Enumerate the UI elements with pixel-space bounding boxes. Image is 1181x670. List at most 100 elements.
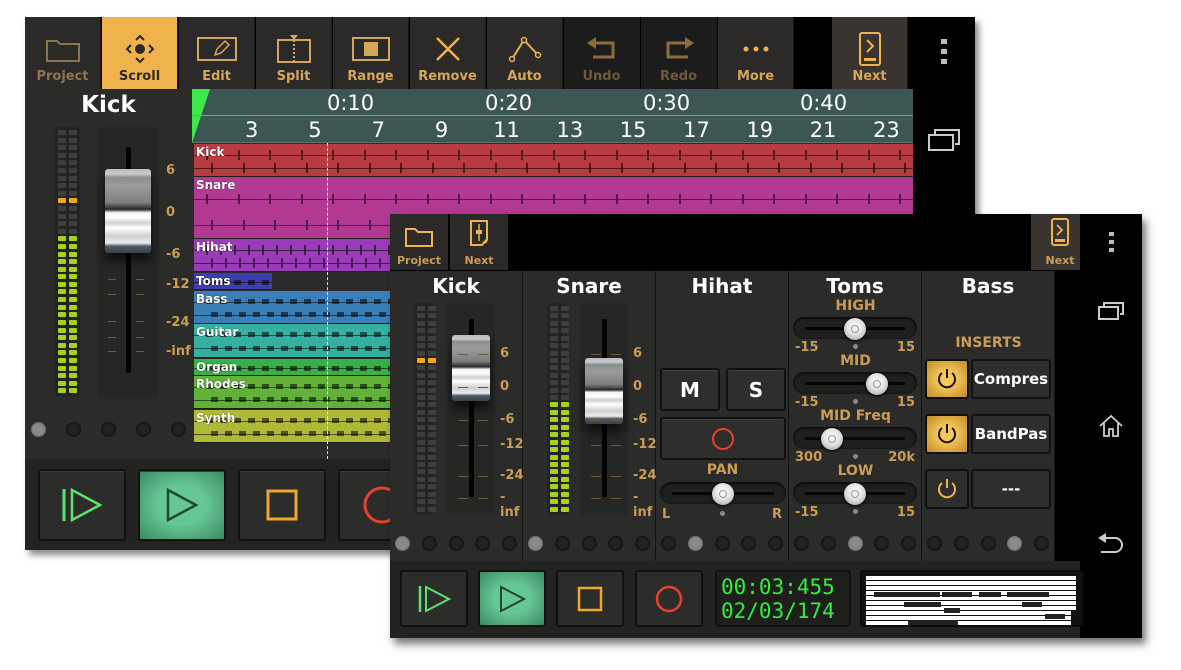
eq-slider[interactable] bbox=[793, 427, 917, 450]
back-icon[interactable] bbox=[1080, 532, 1142, 554]
eq-slider[interactable] bbox=[793, 317, 917, 340]
eq-knob[interactable] bbox=[820, 428, 843, 450]
track-lane-kick[interactable]: Kick bbox=[194, 144, 913, 177]
fader-track[interactable] bbox=[580, 303, 628, 515]
overflow-menu-icon[interactable] bbox=[913, 39, 975, 65]
page-dot[interactable] bbox=[528, 536, 543, 551]
meter-segment bbox=[428, 476, 436, 482]
page-dot[interactable] bbox=[608, 536, 624, 551]
page-dot[interactable] bbox=[901, 536, 916, 551]
meter-segment bbox=[428, 320, 436, 326]
eq-slider[interactable] bbox=[793, 372, 917, 395]
track-lane-toms[interactable]: Toms bbox=[194, 273, 272, 290]
page-dot[interactable] bbox=[874, 536, 890, 551]
mute-button[interactable]: M bbox=[660, 368, 720, 411]
slider-rail bbox=[805, 382, 905, 385]
undo-button[interactable]: Undo bbox=[564, 17, 640, 89]
page-dot[interactable] bbox=[847, 536, 863, 551]
timeline-ruler[interactable]: 0:10 0:20 0:30 0:40 3 5 7 9 11 13 15 17 19 21 23 bbox=[192, 89, 913, 143]
recent-apps-icon[interactable] bbox=[1080, 302, 1142, 320]
db-tick bbox=[136, 337, 144, 338]
volume-fader-handle[interactable] bbox=[105, 169, 151, 253]
track-lane-synth[interactable]: Synth bbox=[194, 410, 394, 443]
track-lane-guitar[interactable]: Guitar bbox=[194, 324, 394, 358]
page-dot[interactable] bbox=[687, 536, 703, 551]
page-dot[interactable] bbox=[741, 536, 757, 551]
track-lane-hihat[interactable]: Hihat bbox=[194, 239, 394, 272]
page-dot[interactable] bbox=[953, 536, 969, 551]
eq-knob[interactable] bbox=[844, 483, 866, 505]
song-overview-map[interactable] bbox=[860, 570, 1084, 627]
project-button[interactable]: Project bbox=[25, 17, 101, 89]
overflow-menu-icon[interactable] bbox=[1080, 232, 1142, 252]
remove-button[interactable]: Remove bbox=[410, 17, 486, 89]
insert-slot[interactable]: --- bbox=[971, 469, 1051, 509]
meter-segment bbox=[69, 152, 77, 158]
record-button[interactable] bbox=[635, 570, 703, 627]
recent-apps-icon[interactable] bbox=[913, 129, 975, 151]
redo-button[interactable]: Redo bbox=[641, 17, 717, 89]
time-display[interactable]: 00:03:455 02/03/174 bbox=[715, 570, 851, 627]
stop-button[interactable] bbox=[556, 570, 624, 627]
eq-knob[interactable] bbox=[865, 373, 888, 395]
next-button[interactable]: Next bbox=[832, 17, 908, 89]
insert-slot[interactable]: BandPas bbox=[971, 414, 1051, 454]
more-button[interactable]: More bbox=[718, 17, 794, 89]
edit-button[interactable]: Edit bbox=[179, 17, 255, 89]
page-dot[interactable] bbox=[980, 536, 996, 551]
insert-power-toggle[interactable] bbox=[925, 469, 969, 509]
insert-power-toggle[interactable] bbox=[925, 414, 969, 454]
page-dot[interactable] bbox=[927, 536, 942, 551]
stop-button[interactable] bbox=[238, 469, 326, 541]
page-dot[interactable] bbox=[421, 536, 437, 551]
loop-start-marker[interactable] bbox=[192, 89, 210, 143]
scroll-button[interactable]: Scroll bbox=[102, 17, 178, 89]
pan-slider[interactable] bbox=[660, 482, 786, 505]
insert-power-toggle[interactable] bbox=[925, 359, 969, 399]
fader-track[interactable] bbox=[447, 303, 495, 515]
page-dot[interactable] bbox=[395, 536, 410, 551]
range-button[interactable]: Range bbox=[333, 17, 409, 89]
play-button[interactable] bbox=[138, 469, 226, 541]
page-dot[interactable] bbox=[794, 536, 809, 551]
rewind-play-button[interactable] bbox=[38, 469, 126, 541]
pan-knob[interactable] bbox=[712, 483, 734, 505]
page-dot[interactable] bbox=[661, 536, 676, 551]
home-icon[interactable] bbox=[1080, 414, 1142, 438]
insert-slot[interactable]: Compres bbox=[971, 359, 1051, 399]
page-dot[interactable] bbox=[581, 536, 597, 551]
page-dot[interactable] bbox=[66, 422, 81, 437]
rewind-play-button[interactable] bbox=[400, 570, 468, 627]
page-dot[interactable] bbox=[31, 422, 46, 437]
page-dot[interactable] bbox=[635, 536, 650, 551]
meter-segment bbox=[58, 213, 66, 219]
page-dot[interactable] bbox=[475, 536, 491, 551]
page-dot[interactable] bbox=[136, 422, 151, 437]
track-lane-bass[interactable]: Bass bbox=[194, 291, 394, 324]
volume-fader-handle[interactable] bbox=[452, 335, 490, 401]
page-dot[interactable] bbox=[171, 422, 186, 437]
track-lane-organ[interactable]: Organ bbox=[194, 359, 394, 376]
page-dot[interactable] bbox=[448, 536, 464, 551]
fader-track[interactable] bbox=[97, 127, 159, 399]
auto-button[interactable]: Auto bbox=[487, 17, 563, 89]
next-mixer-button[interactable]: Next bbox=[450, 214, 508, 270]
page-dot[interactable] bbox=[820, 536, 836, 551]
playhead-cursor[interactable] bbox=[327, 143, 328, 459]
eq-knob[interactable] bbox=[844, 318, 866, 340]
volume-fader-handle[interactable] bbox=[585, 358, 623, 424]
split-button[interactable]: Split bbox=[256, 17, 332, 89]
page-dot[interactable] bbox=[768, 536, 783, 551]
page-dot[interactable] bbox=[101, 422, 116, 437]
page-dot[interactable] bbox=[554, 536, 570, 551]
page-dot[interactable] bbox=[1034, 536, 1049, 551]
project-button[interactable]: Project bbox=[390, 214, 448, 270]
play-button[interactable] bbox=[478, 570, 546, 627]
page-dot[interactable] bbox=[502, 536, 517, 551]
eq-slider[interactable] bbox=[793, 482, 917, 505]
record-arm-button[interactable] bbox=[660, 417, 786, 460]
page-dot[interactable] bbox=[1007, 536, 1023, 551]
page-dot[interactable] bbox=[714, 536, 730, 551]
track-lane-rhodes[interactable]: Rhodes bbox=[194, 376, 394, 409]
solo-button[interactable]: S bbox=[726, 368, 786, 411]
